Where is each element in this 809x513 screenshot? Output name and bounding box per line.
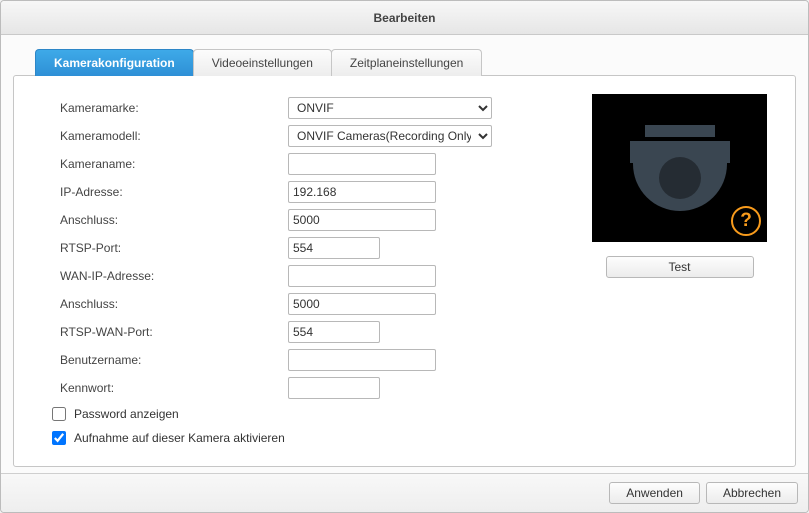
camera-form: Kameramarke: ONVIF Kameramodell: ONVIF C… [60, 94, 570, 450]
port-label: Anschluss: [60, 213, 288, 227]
pass-input[interactable] [288, 377, 380, 399]
show-password-checkbox[interactable] [52, 407, 66, 421]
ip-label: IP-Adresse: [60, 185, 288, 199]
camera-preview: ? [592, 94, 767, 242]
wanport-input[interactable] [288, 293, 436, 315]
rtsp-label: RTSP-Port: [60, 241, 288, 255]
enable-recording-checkbox[interactable] [52, 431, 66, 445]
user-label: Benutzername: [60, 353, 288, 367]
tab-schedule-settings[interactable]: Zeitplaneinstellungen [331, 49, 482, 76]
brand-label: Kameramarke: [60, 101, 288, 115]
dialog-footer: Anwenden Abbrechen [1, 473, 808, 512]
ip-input[interactable] [288, 181, 436, 203]
window-title: Bearbeiten [1, 1, 808, 35]
tab-strip: Kamerakonfiguration Videoeinstellungen Z… [35, 49, 796, 76]
name-input[interactable] [288, 153, 436, 175]
test-button[interactable]: Test [606, 256, 754, 278]
help-icon[interactable]: ? [731, 206, 761, 236]
rtspwan-input[interactable] [288, 321, 380, 343]
port-input[interactable] [288, 209, 436, 231]
tab-camera-config[interactable]: Kamerakonfiguration [35, 49, 194, 76]
rtsp-input[interactable] [288, 237, 380, 259]
wanport-label: Anschluss: [60, 297, 288, 311]
preview-column: ? Test [592, 94, 767, 450]
apply-button[interactable]: Anwenden [609, 482, 700, 504]
tab-video-settings[interactable]: Videoeinstellungen [193, 49, 332, 76]
wanip-input[interactable] [288, 265, 436, 287]
wanip-label: WAN-IP-Adresse: [60, 269, 288, 283]
edit-dialog: Bearbeiten Kamerakonfiguration Videoeins… [0, 0, 809, 513]
enable-recording-label: Aufnahme auf dieser Kamera aktivieren [74, 431, 285, 445]
model-select[interactable]: ONVIF Cameras(Recording Only) [288, 125, 492, 147]
user-input[interactable] [288, 349, 436, 371]
rtspwan-label: RTSP-WAN-Port: [60, 325, 288, 339]
cancel-button[interactable]: Abbrechen [706, 482, 798, 504]
name-label: Kameraname: [60, 157, 288, 171]
model-label: Kameramodell: [60, 129, 288, 143]
dialog-body: Kamerakonfiguration Videoeinstellungen Z… [1, 35, 808, 473]
config-panel: Kameramarke: ONVIF Kameramodell: ONVIF C… [13, 75, 796, 467]
show-password-label: Password anzeigen [74, 407, 179, 421]
camera-placeholder-icon [630, 125, 730, 211]
pass-label: Kennwort: [60, 381, 288, 395]
brand-select[interactable]: ONVIF [288, 97, 492, 119]
